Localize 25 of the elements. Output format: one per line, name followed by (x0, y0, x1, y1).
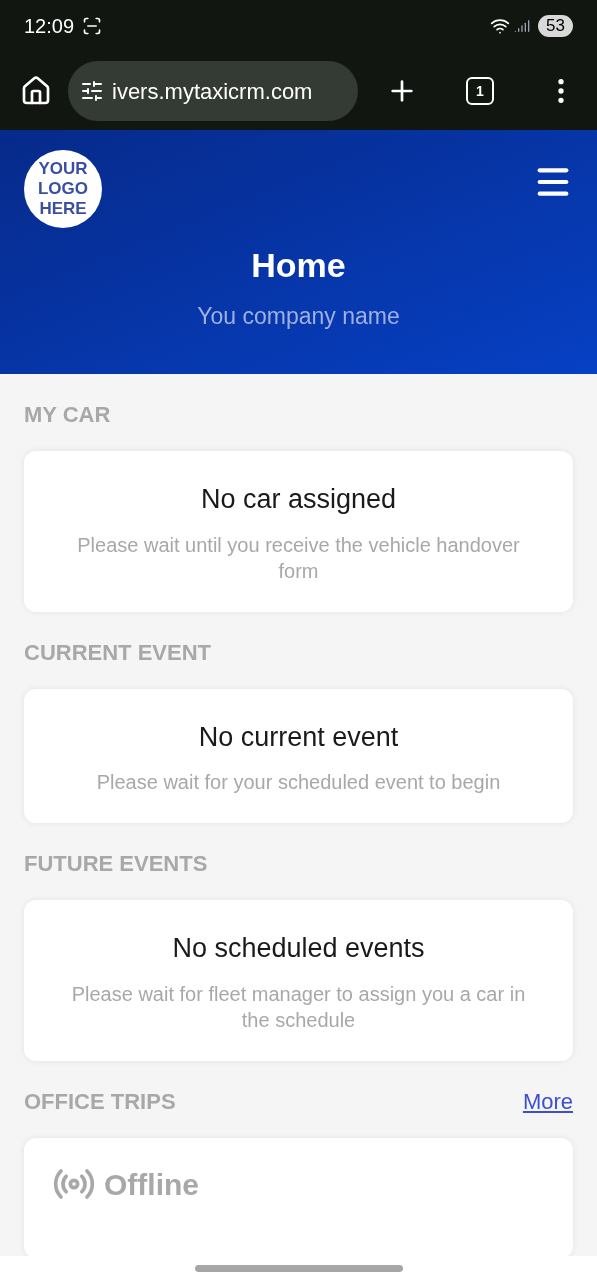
address-bar[interactable]: ivers.mytaxicrm.com (68, 61, 358, 121)
page-title: Home (250, 245, 347, 286)
signal-icon (514, 18, 531, 34)
home-icon[interactable] (20, 75, 52, 107)
site-settings-icon[interactable] (80, 79, 104, 103)
card-title: No car assigned (200, 483, 397, 516)
wifi-icon (490, 16, 511, 36)
company-name: You company name (196, 302, 401, 331)
screenshot-icon (82, 16, 103, 36)
card-text: Please wait for fleet manager to assign you a car in the schedule (70, 981, 527, 1033)
section-title: MY CAR (24, 401, 111, 429)
logo: YOUR LOGO HERE (24, 150, 102, 228)
card-title: No scheduled events (172, 932, 425, 965)
status-time: 12:09 (24, 14, 75, 39)
section-title: FUTURE EVENTS (24, 850, 208, 878)
card-title: No current event (198, 720, 399, 754)
more-link[interactable]: More (522, 1084, 573, 1118)
card-text: Please wait for your scheduled event to begin (96, 770, 501, 795)
section-title: OFFICE TRIPS (24, 1087, 176, 1116)
section-title: CURRENT EVENT (24, 638, 211, 667)
battery-indicator: 53 (538, 15, 573, 37)
card-text: Please wait until you receive the vehicle handover form (76, 532, 521, 584)
status-text: Offline (104, 1166, 199, 1203)
url-text: ivers.mytaxicrm.com (112, 77, 313, 106)
tab-count-button[interactable]: 1 (466, 77, 494, 105)
